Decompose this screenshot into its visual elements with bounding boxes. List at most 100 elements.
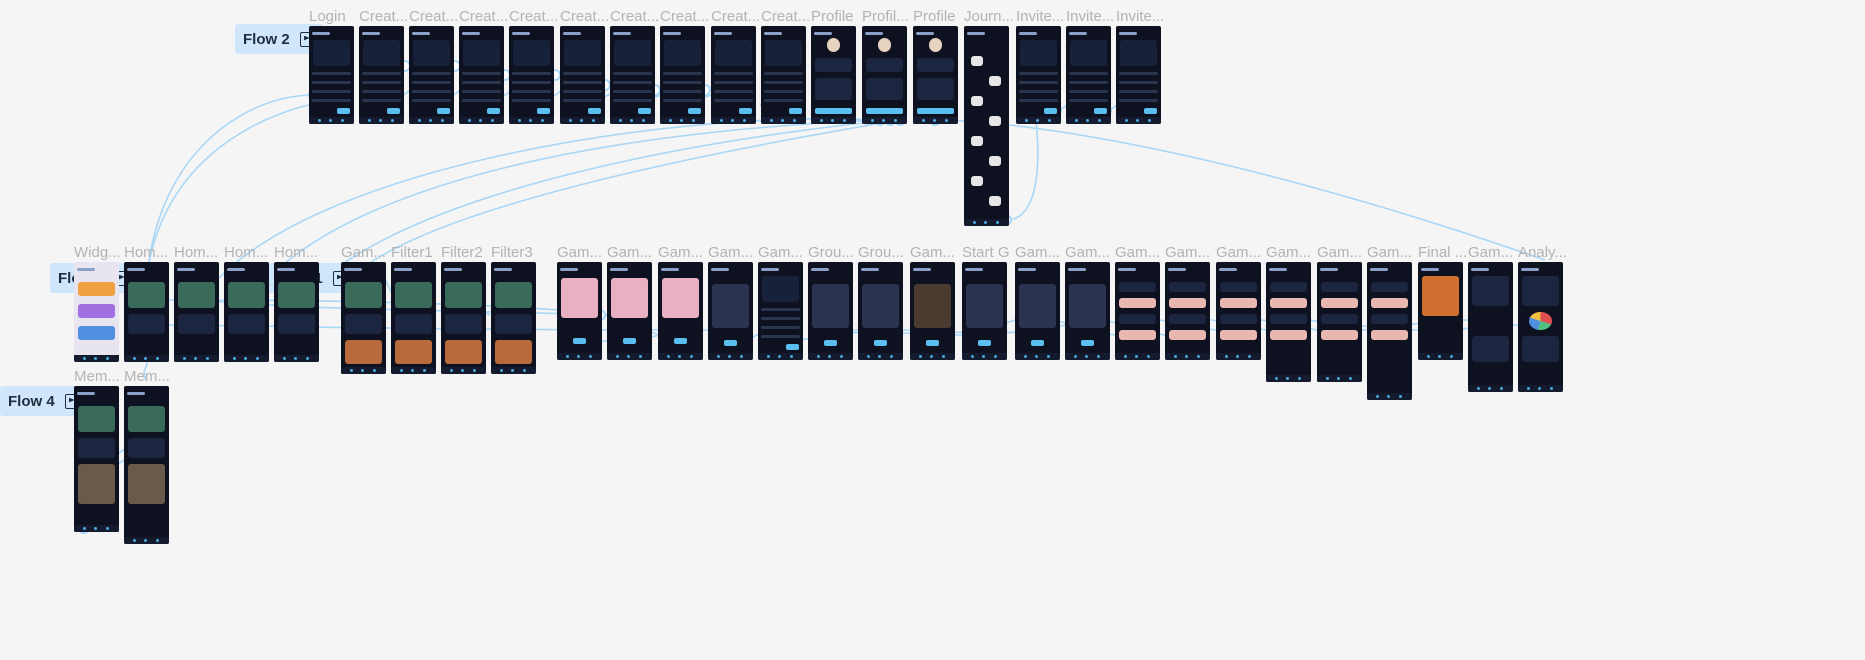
frame-screen[interactable] <box>341 262 386 374</box>
frame-screen[interactable] <box>1016 26 1061 124</box>
frame-label[interactable]: Gam... <box>1468 244 1519 261</box>
frame-screen[interactable] <box>708 262 753 360</box>
frame-label[interactable]: Gam... <box>607 244 658 261</box>
frame-screen[interactable] <box>359 26 404 124</box>
frame-home[interactable]: Hom... <box>174 244 219 362</box>
frame-invite[interactable]: Gam... <box>758 244 803 360</box>
frame-screen[interactable] <box>224 262 269 362</box>
frame-label[interactable]: Gam... <box>910 244 961 261</box>
prototype-connection[interactable] <box>1005 119 1039 221</box>
frame-label[interactable]: Gam... <box>1317 244 1368 261</box>
frame-chat[interactable]: Gam... <box>1317 244 1362 382</box>
frame-home[interactable]: Hom... <box>224 244 269 362</box>
frame-screen[interactable] <box>441 262 486 374</box>
frame-screen[interactable] <box>509 26 554 124</box>
frame-label[interactable]: Creat... <box>610 8 661 25</box>
frame-screen[interactable] <box>557 262 602 360</box>
frame-chat[interactable]: Gam... <box>1115 244 1160 360</box>
frame-label[interactable]: Invite... <box>1016 8 1067 25</box>
frame-label[interactable]: Gam... <box>1266 244 1317 261</box>
frame-screen[interactable] <box>910 262 955 360</box>
frame-chat[interactable]: Gam... <box>1367 244 1412 400</box>
frame-screen[interactable] <box>808 262 853 360</box>
frame-screen[interactable] <box>1266 262 1311 382</box>
frame-label[interactable]: Creat... <box>711 8 762 25</box>
frame-label[interactable]: Profile <box>811 8 862 25</box>
frame-screen[interactable] <box>1518 262 1563 392</box>
frame-label[interactable]: Widg... <box>74 244 125 261</box>
frame-screen[interactable] <box>858 262 903 360</box>
frame-label[interactable]: Creat... <box>459 8 510 25</box>
frame-screen[interactable] <box>1468 262 1513 392</box>
frame-mode[interactable]: Gam... <box>557 244 602 360</box>
frame-screen[interactable] <box>459 26 504 124</box>
frame-chat[interactable]: Gam... <box>1266 244 1311 382</box>
frame-label[interactable]: Mem... <box>124 368 175 385</box>
frame-label[interactable]: Gam... <box>1367 244 1418 261</box>
frame-label[interactable]: Journ... <box>964 8 1015 25</box>
frame-plain[interactable]: Gam... <box>1015 244 1060 360</box>
frame-label[interactable]: Creat... <box>761 8 812 25</box>
frame-label[interactable]: Hom... <box>274 244 325 261</box>
frame-screen[interactable] <box>660 26 705 124</box>
frame-profile[interactable]: Profile <box>913 8 958 124</box>
frame-mode[interactable]: Gam... <box>658 244 703 360</box>
frame-chat[interactable]: Gam... <box>1165 244 1210 360</box>
frame-gallery[interactable]: Filter1 <box>391 244 436 374</box>
frame-label[interactable]: Login <box>309 8 360 25</box>
frame-label[interactable]: Gam... <box>557 244 608 261</box>
frame-plain[interactable]: Gam... <box>1065 244 1110 360</box>
frame-label[interactable]: Filter1 <box>391 244 442 261</box>
frame-login[interactable]: Login <box>309 8 354 124</box>
frame-profile[interactable]: Profile <box>811 8 856 124</box>
frame-form[interactable]: Creat... <box>409 8 458 124</box>
frame-screen[interactable] <box>560 26 605 124</box>
frame-screen[interactable] <box>124 262 169 362</box>
frame-screen[interactable] <box>1418 262 1463 360</box>
frame-gallery[interactable]: Filter3 <box>491 244 536 374</box>
frame-screen[interactable] <box>409 26 454 124</box>
frame-invite[interactable]: Invite... <box>1016 8 1064 124</box>
frame-invite[interactable]: Invite... <box>1066 8 1114 124</box>
frame-final[interactable]: Final ... <box>1418 244 1467 360</box>
frame-screen[interactable] <box>658 262 703 360</box>
frame-form[interactable]: Creat... <box>660 8 709 124</box>
frame-label[interactable]: Gam... <box>1165 244 1216 261</box>
frame-home[interactable]: Hom... <box>124 244 169 362</box>
frame-screen[interactable] <box>391 262 436 374</box>
frame-label[interactable]: Gam... <box>1216 244 1267 261</box>
frame-screen[interactable] <box>610 26 655 124</box>
frame-form[interactable]: Creat... <box>761 8 810 124</box>
frame-screen[interactable] <box>1116 26 1161 124</box>
frame-label[interactable]: Gam... <box>658 244 709 261</box>
frame-label[interactable]: Gam... <box>1065 244 1116 261</box>
frame-chat[interactable]: Gam... <box>1216 244 1261 360</box>
frame-screen[interactable] <box>1066 26 1111 124</box>
frame-label[interactable]: Final ... <box>1418 244 1469 261</box>
frame-screen[interactable] <box>913 26 958 124</box>
frame-screen[interactable] <box>1015 262 1060 360</box>
frame-screen[interactable] <box>491 262 536 374</box>
frame-label[interactable]: Hom... <box>224 244 275 261</box>
frame-screen[interactable] <box>962 262 1007 360</box>
frame-label[interactable]: Invite... <box>1066 8 1117 25</box>
frame-form[interactable]: Creat... <box>610 8 659 124</box>
frame-screen[interactable] <box>74 386 119 532</box>
frame-memories[interactable]: Mem... <box>124 368 170 544</box>
frame-label[interactable]: Gam... <box>341 244 392 261</box>
frame-label[interactable]: Creat... <box>509 8 560 25</box>
frame-label[interactable]: Grou... <box>808 244 859 261</box>
frame-screen[interactable] <box>711 26 756 124</box>
frame-screen[interactable] <box>607 262 652 360</box>
frame-screen[interactable] <box>1317 262 1362 382</box>
frame-screen[interactable] <box>274 262 319 362</box>
frame-screen[interactable] <box>174 262 219 362</box>
frame-upload[interactable]: Start G <box>962 244 1010 360</box>
frame-form[interactable]: Creat... <box>359 8 408 124</box>
frame-label[interactable]: Creat... <box>560 8 611 25</box>
frame-gallery[interactable]: Gam... <box>341 244 386 374</box>
frame-label[interactable]: Gam... <box>708 244 759 261</box>
frame-label[interactable]: Hom... <box>124 244 175 261</box>
frame-screen[interactable] <box>811 26 856 124</box>
frame-screen[interactable] <box>964 26 1009 226</box>
